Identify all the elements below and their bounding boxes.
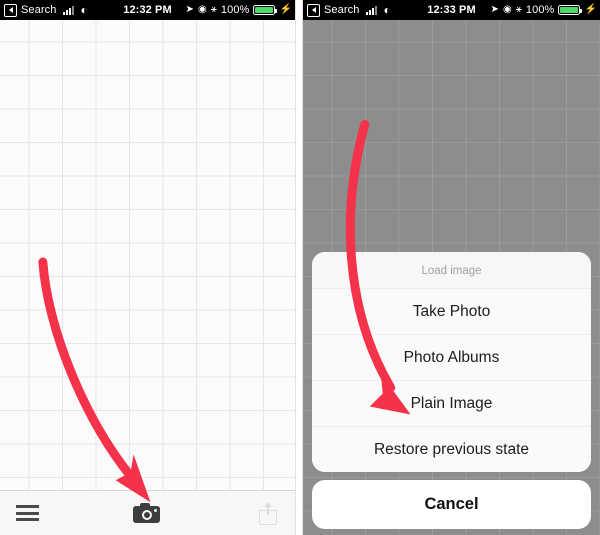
action-sheet-title: Load image	[312, 252, 591, 289]
wifi-icon: ◐	[80, 3, 88, 17]
battery-icon	[558, 5, 583, 15]
lightning-bolt-icon: ⚡	[279, 4, 292, 15]
bluetooth-icon: ⚹	[210, 4, 217, 15]
location-arrow-icon: ➤	[490, 4, 499, 15]
cellular-signal-icon	[366, 5, 378, 15]
bottom-toolbar	[0, 490, 295, 535]
battery-percent-label: 100%	[525, 4, 555, 16]
status-bar-right-group: ➤ ◉ ⚹ 100% ⚡	[185, 4, 295, 16]
drawing-canvas-left[interactable]	[0, 20, 295, 535]
action-sheet-cancel-button[interactable]: Cancel	[312, 480, 591, 529]
camera-button[interactable]	[86, 491, 207, 535]
status-bar-left: Search ◐ 12:32 PM ➤ ◉ ⚹ 100% ⚡	[0, 0, 295, 20]
back-chevron-icon[interactable]	[307, 3, 320, 17]
status-bar-back-label[interactable]: Search	[324, 4, 359, 16]
alarm-clock-icon: ◉	[197, 4, 207, 15]
screenshot-root: Search ◐ 12:32 PM ➤ ◉ ⚹ 100% ⚡ Search ◐ …	[0, 0, 600, 535]
action-sheet: Load image Take Photo Photo Albums Plain…	[312, 252, 591, 529]
action-sheet-option-restore-previous-state[interactable]: Restore previous state	[312, 427, 591, 472]
status-bar-left-group: Search ◐	[303, 3, 391, 17]
back-chevron-icon[interactable]	[4, 3, 17, 17]
menu-button[interactable]	[0, 491, 86, 535]
status-bar-left-group: Search ◐	[0, 3, 88, 17]
action-sheet-option-photo-albums[interactable]: Photo Albums	[312, 335, 591, 381]
alarm-clock-icon: ◉	[502, 4, 512, 15]
share-button[interactable]	[207, 491, 295, 535]
action-sheet-option-plain-image[interactable]: Plain Image	[312, 381, 591, 427]
status-bar-back-label[interactable]: Search	[21, 4, 56, 16]
camera-icon[interactable]	[133, 503, 160, 523]
hamburger-menu-icon[interactable]	[16, 505, 39, 521]
status-bar-right-group: ➤ ◉ ⚹ 100% ⚡	[490, 4, 600, 16]
location-arrow-icon: ➤	[185, 4, 194, 15]
wifi-icon: ◐	[383, 3, 391, 17]
action-sheet-option-take-photo[interactable]: Take Photo	[312, 289, 591, 335]
cellular-signal-icon	[63, 5, 75, 15]
battery-icon	[253, 5, 278, 15]
lightning-bolt-icon: ⚡	[584, 4, 597, 15]
phone-screen-left: Search ◐ 12:32 PM ➤ ◉ ⚹ 100% ⚡	[0, 0, 296, 535]
bluetooth-icon: ⚹	[515, 4, 522, 15]
share-export-icon[interactable]	[259, 501, 277, 525]
battery-percent-label: 100%	[220, 4, 250, 16]
phone-screen-right: Search ◐ 12:33 PM ➤ ◉ ⚹ 100% ⚡ Load imag…	[302, 0, 600, 535]
action-sheet-group: Load image Take Photo Photo Albums Plain…	[312, 252, 591, 472]
status-bar-right: Search ◐ 12:33 PM ➤ ◉ ⚹ 100% ⚡	[303, 0, 600, 20]
